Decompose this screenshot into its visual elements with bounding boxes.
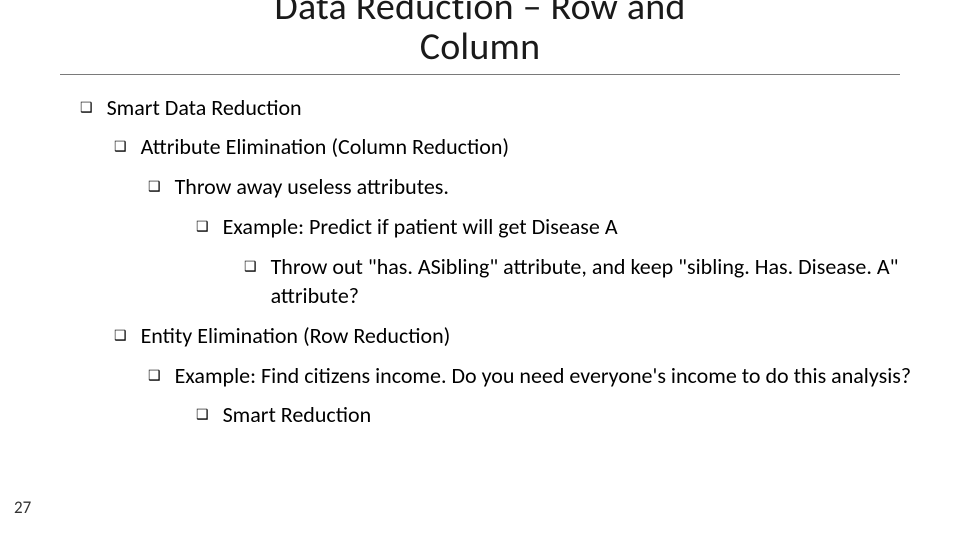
bullet-icon: ❑	[80, 101, 93, 115]
bullet-text: Example: Find citizens income. Do you ne…	[175, 361, 920, 391]
bullet-icon: ❑	[114, 140, 127, 154]
bullet-text: Throw away useless attributes.	[175, 172, 920, 202]
bullet-level-3: ❑ Smart Reduction	[196, 400, 920, 430]
bullet-icon: ❑	[148, 180, 161, 194]
bullet-text: Smart Data Reduction	[107, 93, 920, 123]
bullet-text: Example: Predict if patient will get Dis…	[223, 212, 920, 242]
bullet-level-1: ❑ Attribute Elimination (Column Reductio…	[114, 132, 920, 162]
bullet-icon: ❑	[196, 220, 209, 234]
bullet-icon: ❑	[114, 329, 127, 343]
bullet-level-1: ❑ Entity Elimination (Row Reduction)	[114, 321, 920, 351]
bullet-level-4: ❑ Throw out "has. ASibling" attribute, a…	[244, 252, 920, 311]
bullet-text: Attribute Elimination (Column Reduction)	[141, 132, 920, 162]
bullet-text: Throw out "has. ASibling" attribute, and…	[271, 252, 920, 311]
bullet-level-2: ❑ Example: Find citizens income. Do you …	[148, 361, 920, 391]
bullet-level-2: ❑ Throw away useless attributes.	[148, 172, 920, 202]
page-number: 27	[14, 497, 31, 518]
title-line-2: Column	[420, 24, 541, 70]
bullet-icon: ❑	[196, 408, 209, 422]
slide: Data Reduction – Row and Column ❑ Smart …	[0, 0, 960, 528]
bullet-level-0: ❑ Smart Data Reduction	[80, 93, 920, 123]
bullet-icon: ❑	[244, 260, 257, 274]
slide-body: ❑ Smart Data Reduction ❑ Attribute Elimi…	[0, 75, 960, 430]
bullet-text: Smart Reduction	[223, 400, 920, 430]
bullet-level-3: ❑ Example: Predict if patient will get D…	[196, 212, 920, 242]
slide-title: Data Reduction – Row and Column	[0, 0, 960, 74]
bullet-icon: ❑	[148, 369, 161, 383]
bullet-text: Entity Elimination (Row Reduction)	[141, 321, 920, 351]
